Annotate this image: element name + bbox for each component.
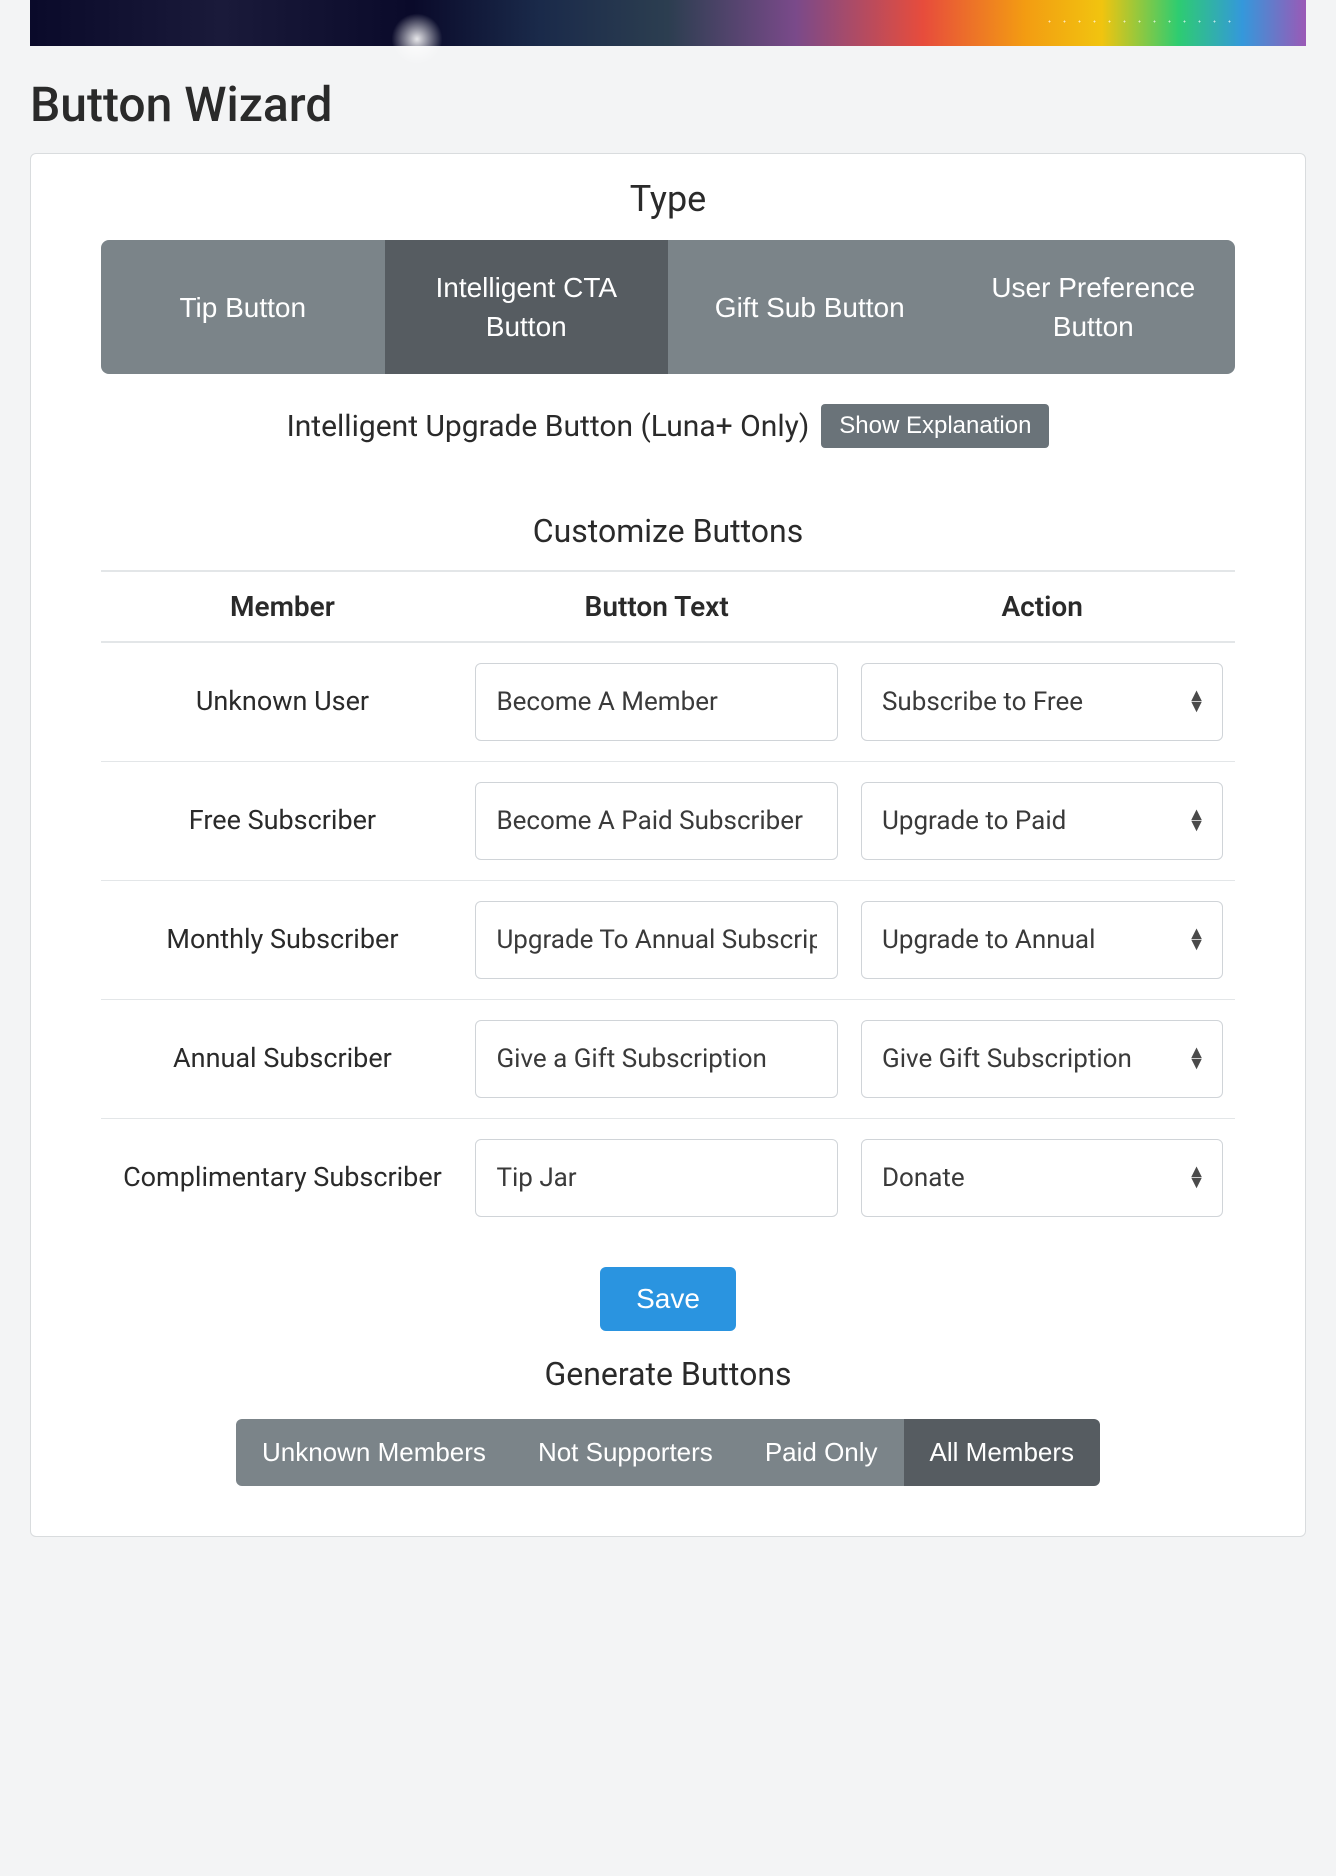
col-buttontext-header: Button Text	[464, 590, 850, 623]
header-banner	[30, 0, 1306, 46]
action-select-annual[interactable]: Give Gift Subscription	[861, 1020, 1223, 1098]
gentab-not-supporters[interactable]: Not Supporters	[512, 1419, 739, 1486]
action-select-unknown[interactable]: Subscribe to Free	[861, 663, 1223, 741]
gentab-all-members[interactable]: All Members	[904, 1419, 1100, 1486]
buttontext-input-annual[interactable]	[475, 1020, 837, 1098]
member-free-subscriber: Free Subscriber	[101, 802, 464, 840]
table-row: Annual Subscriber Give Gift Subscription…	[101, 1000, 1235, 1119]
type-tab-group: Tip Button Intelligent CTA Button Gift S…	[101, 240, 1235, 374]
member-complimentary-subscriber: Complimentary Subscriber	[101, 1159, 464, 1197]
customize-heading: Customize Buttons	[31, 488, 1305, 570]
generate-tab-group: Unknown Members Not Supporters Paid Only…	[236, 1419, 1100, 1486]
buttontext-input-complimentary[interactable]	[475, 1139, 837, 1217]
col-action-header: Action	[849, 590, 1235, 623]
col-member-header: Member	[101, 590, 464, 623]
wizard-card: Type Tip Button Intelligent CTA Button G…	[30, 153, 1306, 1537]
table-header-row: Member Button Text Action	[101, 570, 1235, 643]
type-subheader: Intelligent Upgrade Button (Luna+ Only) …	[31, 374, 1305, 488]
generate-heading: Generate Buttons	[31, 1341, 1305, 1409]
show-explanation-button[interactable]: Show Explanation	[821, 404, 1049, 448]
tab-user-preference[interactable]: User Preference Button	[952, 240, 1236, 374]
buttontext-input-free[interactable]	[475, 782, 837, 860]
tab-tip-button[interactable]: Tip Button	[101, 240, 385, 374]
buttontext-input-unknown[interactable]	[475, 663, 837, 741]
gentab-unknown-members[interactable]: Unknown Members	[236, 1419, 512, 1486]
tab-intelligent-cta[interactable]: Intelligent CTA Button	[385, 240, 669, 374]
main-container: Button Wizard Type Tip Button Intelligen…	[0, 46, 1336, 1567]
table-row: Complimentary Subscriber Donate ▲▼	[101, 1119, 1235, 1237]
save-button[interactable]: Save	[600, 1267, 736, 1331]
member-unknown-user: Unknown User	[101, 683, 464, 721]
buttontext-input-monthly[interactable]	[475, 901, 837, 979]
tab-gift-sub[interactable]: Gift Sub Button	[668, 240, 952, 374]
table-row: Free Subscriber Upgrade to Paid ▲▼	[101, 762, 1235, 881]
table-row: Unknown User Subscribe to Free ▲▼	[101, 643, 1235, 762]
page-title: Button Wizard	[30, 76, 1306, 133]
action-select-complimentary[interactable]: Donate	[861, 1139, 1223, 1217]
member-monthly-subscriber: Monthly Subscriber	[101, 921, 464, 959]
member-annual-subscriber: Annual Subscriber	[101, 1040, 464, 1078]
gentab-paid-only[interactable]: Paid Only	[739, 1419, 904, 1486]
table-row: Monthly Subscriber Upgrade to Annual ▲▼	[101, 881, 1235, 1000]
customize-table: Member Button Text Action Unknown User S…	[101, 570, 1235, 1237]
intelligent-upgrade-label: Intelligent Upgrade Button (Luna+ Only)	[287, 409, 810, 444]
action-select-monthly[interactable]: Upgrade to Annual	[861, 901, 1223, 979]
type-heading: Type	[31, 154, 1305, 240]
action-select-free[interactable]: Upgrade to Paid	[861, 782, 1223, 860]
